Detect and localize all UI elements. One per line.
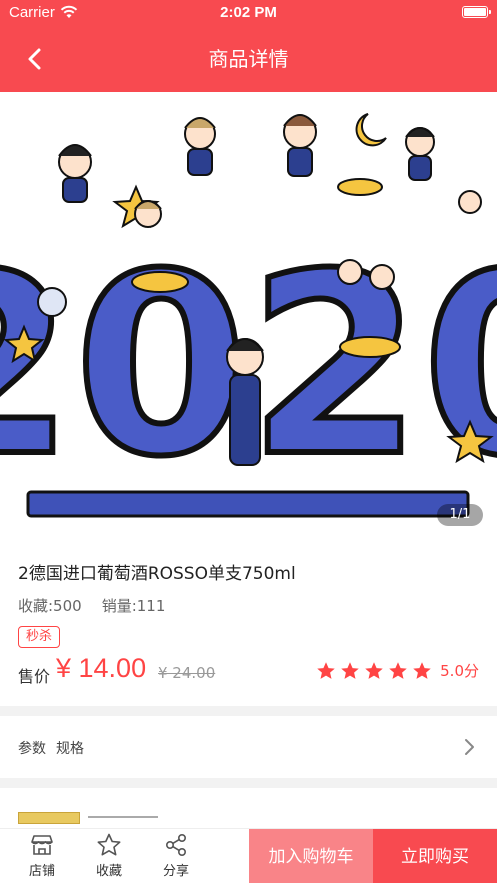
- clock: 2:02 PM: [220, 4, 277, 21]
- store-icon: [31, 835, 53, 855]
- app-header: Carrier 2:02 PM 商品详情: [0, 0, 497, 92]
- shop-logo: [18, 812, 80, 824]
- bottom-action-bar: 店铺 收藏 分享 加入购物车 立即购买: [0, 828, 497, 883]
- params-row[interactable]: 参数 规格: [0, 716, 497, 778]
- params-label: 参数: [18, 741, 46, 757]
- add-to-cart-button[interactable]: 加入购物车: [249, 829, 373, 883]
- star-icon: [413, 661, 431, 679]
- status-bar: Carrier 2:02 PM: [0, 0, 497, 28]
- current-price: ¥ 14.00: [56, 653, 147, 683]
- star-icon: [341, 661, 359, 679]
- star-icon: [389, 661, 407, 679]
- flash-sale-badge: 秒杀: [18, 626, 61, 648]
- favorites-count: 收藏:500: [18, 597, 82, 615]
- product-banner[interactable]: 2020 1/1: [0, 92, 497, 539]
- favorite-tab[interactable]: 收藏: [79, 829, 139, 883]
- spec-label: 规格: [56, 741, 84, 757]
- shop-name-placeholder: [88, 816, 158, 826]
- product-title: 2德国进口葡萄酒ROSSO单支750ml: [18, 564, 296, 584]
- store-tab[interactable]: 店铺: [12, 829, 72, 883]
- banner-artwork: 2020: [0, 113, 497, 518]
- star-icon: [365, 661, 383, 679]
- chevron-right-icon: [465, 739, 474, 755]
- page-indicator: 1/1: [437, 504, 483, 526]
- favorite-label: 收藏: [95, 864, 122, 879]
- price-label: 售价: [18, 667, 51, 686]
- page-title: 商品详情: [208, 47, 289, 71]
- params-labels: 参数 规格: [18, 738, 84, 758]
- share-tab[interactable]: 分享: [146, 829, 206, 883]
- rating-score: 5.0分: [440, 662, 479, 680]
- battery-icon: [462, 6, 491, 18]
- original-price: ¥ 24.00: [158, 664, 216, 682]
- share-icon: [165, 833, 187, 857]
- product-stats: 收藏:500 销量:111: [18, 595, 165, 616]
- star-icon: [317, 661, 335, 679]
- share-label: 分享: [162, 864, 189, 879]
- product-info: 2德国进口葡萄酒ROSSO单支750ml 收藏:500 销量:111 秒杀 售价 …: [0, 539, 497, 706]
- store-label: 店铺: [28, 864, 55, 879]
- sales-count: 销量:111: [101, 597, 166, 615]
- rating: 5.0分: [312, 660, 479, 681]
- buy-now-button[interactable]: 立即购买: [373, 829, 497, 883]
- star-outline-icon: [97, 833, 121, 856]
